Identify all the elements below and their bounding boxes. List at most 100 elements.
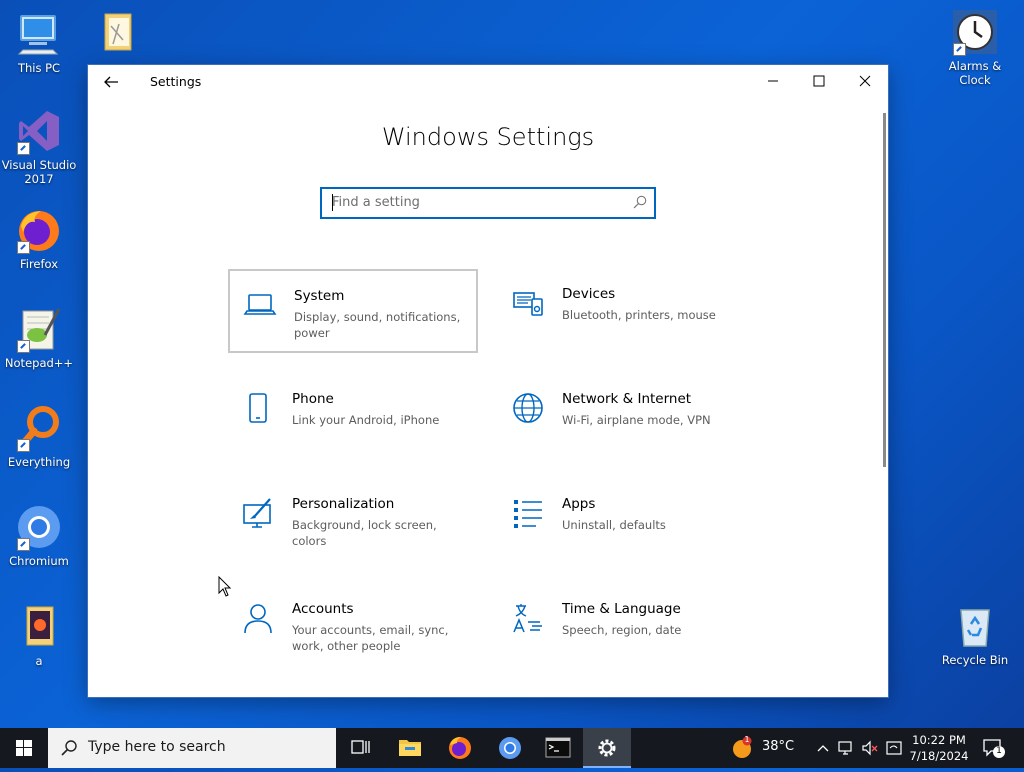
visual-studio-icon [15,107,63,155]
folder-icon [93,10,141,58]
weather-widget[interactable]: 1 [730,735,754,760]
desktop-icon-visual-studio[interactable]: Visual Studio 2017 [0,107,78,186]
desktop-icon-label: Visual Studio 2017 [1,158,77,186]
desktop-icon-recycle-bin[interactable]: Recycle Bin [936,602,1014,667]
text-cursor [332,194,333,211]
tile-system[interactable]: System Display, sound, notifications, po… [228,269,478,353]
desktop-icon-notepadpp[interactable]: Notepad++ [0,305,78,370]
settings-search-box[interactable] [320,187,656,219]
clock[interactable]: 10:22 PM 7/18/2024 [900,732,978,764]
paint-brush-icon [243,498,271,528]
taskbar-chromium[interactable] [486,728,534,768]
taskbar-file-explorer[interactable] [386,728,434,768]
search-icon [61,740,77,756]
tile-description: Background, lock screen, colors [292,518,437,548]
maximize-icon [813,75,825,87]
shortcut-arrow-icon [17,439,30,452]
windows-logo-icon [16,740,32,756]
tile-devices[interactable]: Devices Bluetooth, printers, mouse [498,269,748,353]
terminal-icon [545,737,571,758]
desktop-icon-label: Chromium [9,554,69,568]
desktop-icon-this-pc[interactable]: This PC [0,10,78,75]
back-button[interactable] [100,71,122,93]
tile-description: Uninstall, defaults [562,518,666,532]
image-file-icon [15,603,63,651]
desktop-icon-label: Firefox [19,257,59,271]
shortcut-arrow-icon [17,538,30,551]
weather-temp: 38°C [762,739,795,754]
notification-count: 1 [996,746,1002,756]
close-icon [859,75,871,87]
desktop-icon-label: Everything [7,455,71,469]
taskbar-firefox[interactable] [436,728,484,768]
devices-icon [513,292,543,316]
tile-personalization[interactable]: Personalization Background, lock screen,… [228,479,478,563]
settings-window: Settings Windows Settings System Display… [88,65,888,697]
network-button[interactable] [836,738,856,758]
firefox-icon [15,206,63,254]
search-icon [633,195,647,209]
volume-button[interactable] [860,738,880,758]
mouse-cursor-icon [218,576,232,597]
tile-phone[interactable]: Phone Link your Android, iPhone [228,374,478,458]
recycle-bin-icon [951,602,999,650]
taskbar-settings[interactable] [583,728,631,768]
desktop-icon-firefox[interactable]: Firefox [0,206,78,271]
task-view-icon [351,740,370,754]
globe-icon [513,393,543,423]
taskbar-terminal[interactable] [534,728,582,768]
tile-description: Wi-Fi, airplane mode, VPN [562,413,711,427]
tile-description: Bluetooth, printers, mouse [562,308,716,322]
taskbar-search-box[interactable]: Type here to search [48,728,336,768]
shortcut-arrow-icon [17,340,30,353]
firefox-icon [449,737,471,759]
close-button[interactable] [842,65,888,97]
search-input[interactable] [322,189,622,215]
tile-network-internet[interactable]: Network & Internet Wi-Fi, airplane mode,… [498,374,748,458]
tile-name: System [294,288,345,304]
tile-description: Your accounts, email, sync, work, other … [292,623,449,653]
time-language-icon [513,604,542,633]
desktop-icon-label: This PC [17,61,61,75]
weather-badge: 1 [744,735,750,744]
back-arrow-icon [104,76,118,88]
shortcut-arrow-icon [953,43,966,56]
gear-icon [598,739,616,757]
desktop-icon-label: Alarms & Clock [948,59,1002,87]
action-center-button[interactable]: 1 [980,736,1008,760]
desktop-icon-a[interactable]: a [0,603,78,668]
desktop-icon-label: a [35,654,43,668]
desktop-icon-label: Notepad++ [4,356,74,370]
tile-accounts[interactable]: Accounts Your accounts, email, sync, wor… [228,584,478,668]
scrollbar[interactable] [883,113,886,467]
chromium-icon [15,503,63,551]
title-bar: Settings [88,65,888,99]
desktop-icon-folder[interactable] [78,10,156,61]
page-title: Windows Settings [381,123,595,151]
maximize-button[interactable] [796,65,842,97]
tile-name: Personalization [292,496,395,512]
tile-name: Phone [292,391,334,407]
tile-apps[interactable]: Apps Uninstall, defaults [498,479,748,563]
show-hidden-icons-button[interactable] [814,738,832,758]
notepadpp-icon [15,305,63,353]
shortcut-arrow-icon [17,142,30,155]
tile-description: Link your Android, iPhone [292,413,440,427]
tile-time-language[interactable]: Time & Language Speech, region, date [498,584,748,668]
network-icon [838,741,852,755]
desktop-icon-chromium[interactable]: Chromium [0,503,78,568]
shortcut-arrow-icon [17,241,30,254]
task-view-button[interactable] [336,728,384,768]
person-icon [244,604,272,634]
tile-description: Display, sound, notifications, power [294,310,461,340]
start-button[interactable] [0,728,48,768]
clock-date: 7/18/2024 [909,749,969,763]
desktop-icon-alarms-clock[interactable]: Alarms & Clock [936,8,1014,87]
laptop-icon [243,294,277,315]
tile-name: Time & Language [562,601,681,617]
tile-name: Accounts [292,601,354,617]
desktop-icon-everything[interactable]: Everything [0,404,78,469]
taskbar-search-text: Type here to search [88,739,226,755]
minimize-button[interactable] [750,65,796,97]
weather-sun-icon [733,736,752,758]
